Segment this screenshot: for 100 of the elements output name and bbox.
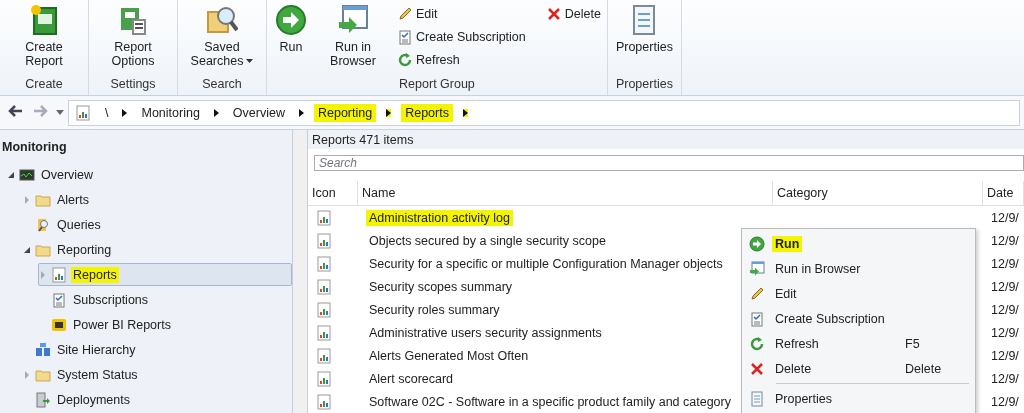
menu-item[interactable]: Run <box>742 231 975 256</box>
report-icon <box>316 255 332 272</box>
table-cell: 12/9/ <box>991 325 1019 340</box>
menu-item[interactable]: Properties <box>742 386 975 411</box>
tree-label: Deployments <box>56 391 131 408</box>
tree-label: Queries <box>56 216 102 233</box>
scrollbar[interactable] <box>293 130 308 413</box>
subscription-icon <box>397 28 413 45</box>
table-cell: 12/9/ <box>991 279 1019 294</box>
tree-item[interactable]: System Status <box>22 363 292 386</box>
table-cell: 12/9/ <box>991 394 1019 409</box>
report-icon <box>316 232 332 249</box>
chevron-icon[interactable] <box>213 108 219 117</box>
tree-label: Overview <box>40 166 95 183</box>
tree-label: Alerts <box>56 191 90 208</box>
table-cell-text: Administrative users security assignments <box>368 324 603 341</box>
ribbon-button[interactable]: Saved Searches <box>184 2 260 75</box>
refresh-icon <box>397 51 413 68</box>
menu-item[interactable]: Create Subscription <box>742 306 975 331</box>
breadcrumb-item[interactable]: Reports <box>401 103 453 122</box>
breadcrumb-item[interactable]: Overview <box>228 103 289 122</box>
menu-item[interactable]: Refresh F5 <box>742 331 975 356</box>
breadcrumb-item[interactable]: Reporting <box>313 103 377 122</box>
tree-item[interactable]: Queries <box>22 213 292 236</box>
table-cell: 12/9/ <box>991 233 1019 248</box>
report-icon <box>316 324 332 341</box>
table-cell-text: Security for a specific or multiple Configuration Manager objects <box>368 255 724 272</box>
edit-icon <box>749 285 765 302</box>
edit-icon <box>397 5 413 22</box>
group-label: Properties <box>614 76 674 93</box>
properties-icon <box>749 390 765 407</box>
ribbon-button[interactable]: Run <box>273 2 309 75</box>
tree-item[interactable]: Subscriptions <box>38 288 292 311</box>
shortcut-label: F5 <box>905 336 921 351</box>
chevron-icon[interactable] <box>298 108 304 117</box>
query-icon <box>35 216 51 233</box>
table-cell-text: Security scopes summary <box>368 278 514 295</box>
ribbon-button[interactable]: Refresh <box>397 48 526 71</box>
caret-icon[interactable] <box>56 109 64 116</box>
ribbon-button[interactable]: Create Subscription <box>397 25 526 48</box>
ribbon-button[interactable]: Report Options <box>95 2 171 75</box>
ribbon-button[interactable]: Run in Browser <box>315 2 391 75</box>
search-icon <box>206 4 238 36</box>
table-cell-text: Alerts Generated Most Often <box>368 347 530 364</box>
tree-item[interactable]: Reporting <box>22 238 292 261</box>
breadcrumb-item[interactable]: \ <box>101 103 113 122</box>
menu-item[interactable]: Edit <box>742 281 975 306</box>
menu-item[interactable]: Delete Delete <box>742 356 975 381</box>
chevron-icon[interactable] <box>122 108 128 117</box>
table-cell: Administration activity log <box>366 209 514 226</box>
expander-icon[interactable] <box>7 170 15 179</box>
column-header[interactable]: Date <box>983 181 1024 206</box>
menu-item[interactable]: Run in Browser <box>742 256 975 281</box>
report-icon <box>316 393 332 410</box>
table-cell: 12/9/ <box>991 302 1019 317</box>
chevron-icon[interactable] <box>462 108 468 117</box>
tree-label: System Status <box>56 366 139 383</box>
address-bar[interactable]: \ Monitoring Overview Reporting Reports <box>68 99 1020 126</box>
group-label: Settings <box>109 76 157 93</box>
tree-item[interactable]: Reports <box>38 263 292 286</box>
tree-item[interactable]: Deployments <box>22 388 292 411</box>
ribbon-button[interactable]: Create Report <box>6 2 82 75</box>
search-field[interactable]: Search <box>314 155 1024 171</box>
run-icon <box>749 235 765 252</box>
tree-label: Power BI Reports <box>72 316 172 333</box>
refresh-icon <box>749 335 765 352</box>
tree-item[interactable]: Site Hierarchy <box>22 338 292 361</box>
tree-label: Site Hierarchy <box>56 341 137 358</box>
table-cell-text: Software 02C - Software in a specific product family and category <box>368 393 732 410</box>
subscription-icon <box>51 291 67 308</box>
chevron-icon[interactable] <box>386 108 392 117</box>
table-cell: 12/9/ <box>991 348 1019 363</box>
expander-icon[interactable] <box>23 245 31 254</box>
run-icon <box>275 4 307 36</box>
group-label: Report Group <box>398 76 476 93</box>
report-icon <box>316 209 332 226</box>
report-icon <box>316 370 332 387</box>
subscription-icon <box>749 310 765 327</box>
column-header[interactable]: Category <box>773 181 983 206</box>
report-icon <box>51 266 67 283</box>
delete-icon <box>545 5 562 22</box>
tree-label: Reports <box>71 266 119 283</box>
tree-item[interactable]: Alerts <box>22 188 292 211</box>
breadcrumb-item[interactable]: Monitoring <box>137 103 204 122</box>
tree-item[interactable]: Overview <box>6 163 292 186</box>
report-icon <box>316 278 332 295</box>
ribbon-button[interactable]: Edit <box>397 2 526 25</box>
shortcut-label: Delete <box>905 361 943 376</box>
list-title: Reports 471 items <box>312 132 414 147</box>
ribbon-button[interactable]: Delete <box>545 2 601 25</box>
group-label: Search <box>201 76 243 93</box>
browser-icon <box>337 4 369 36</box>
column-header[interactable]: Name <box>358 181 773 206</box>
column-header[interactable]: Icon <box>308 181 358 206</box>
tree-label: Reporting <box>56 241 113 258</box>
delete-icon <box>749 360 765 377</box>
ribbon-button[interactable]: Properties <box>613 2 675 75</box>
monitor-icon <box>19 166 35 183</box>
tree-item[interactable]: Power BI Reports <box>38 313 292 336</box>
table-cell: 12/9/ <box>991 210 1019 225</box>
